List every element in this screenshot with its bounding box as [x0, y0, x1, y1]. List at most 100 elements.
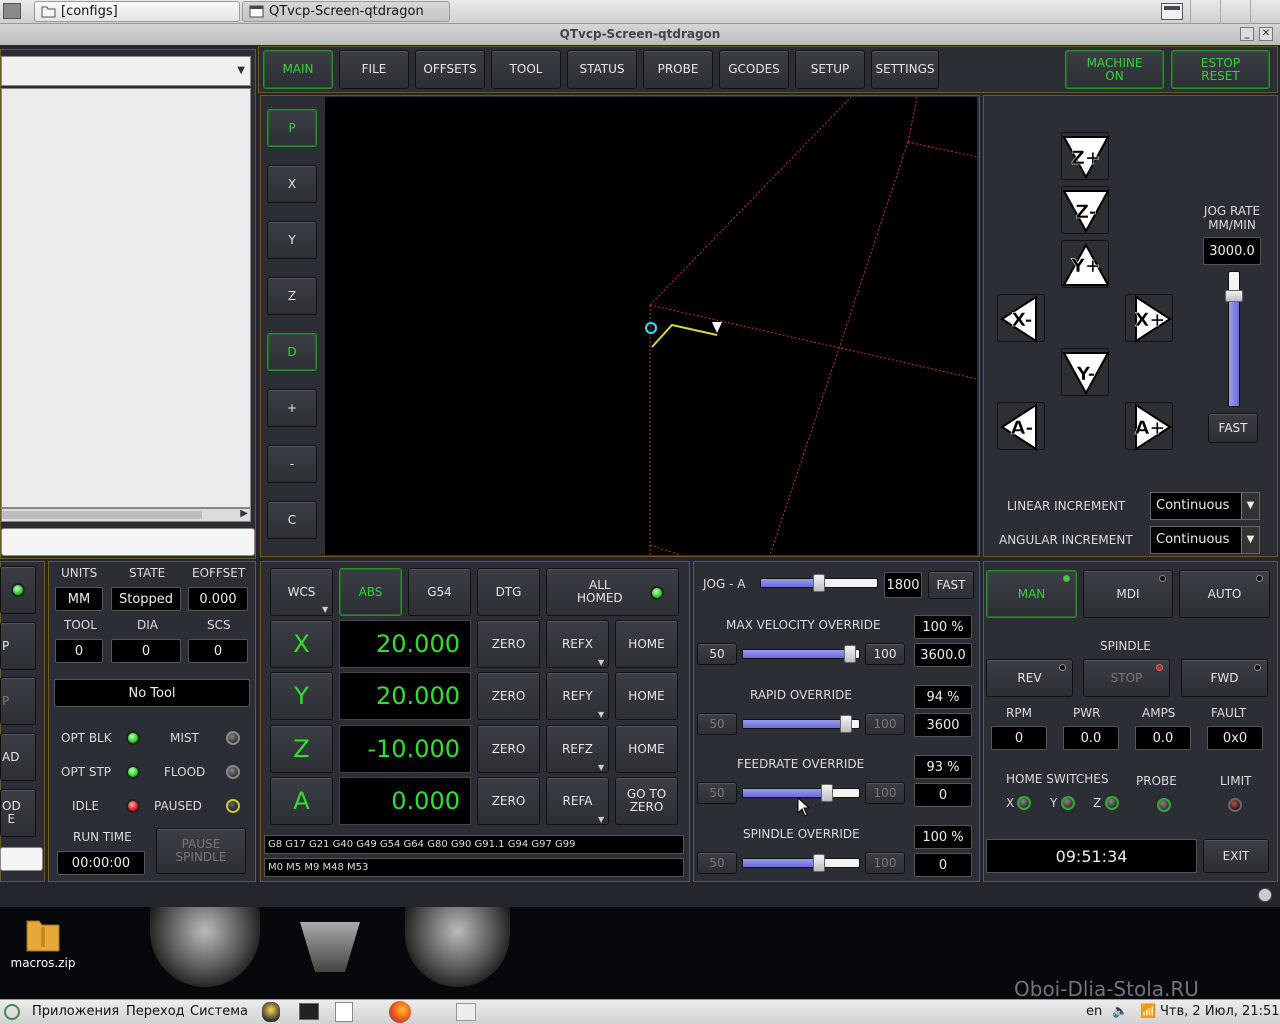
state-value: Stopped — [111, 587, 181, 611]
zero-a-button[interactable]: ZERO — [477, 777, 540, 825]
window-list-button[interactable] — [456, 1003, 476, 1021]
applications-menu[interactable]: Приложения — [32, 1004, 119, 1019]
rapid-max-button[interactable]: 100 — [865, 713, 905, 735]
file-list[interactable] — [1, 88, 251, 508]
spindle-override-slider[interactable] — [742, 854, 860, 872]
places-menu[interactable]: Переход — [126, 1004, 185, 1019]
jog-x-minus-button[interactable]: X- — [997, 294, 1045, 343]
home-x-button[interactable]: HOME — [615, 620, 678, 668]
jog-rate-slider[interactable] — [1225, 271, 1243, 407]
keyboard-layout[interactable]: en — [1086, 1004, 1102, 1019]
resize-grip-icon[interactable] — [1258, 888, 1272, 902]
view-button-7[interactable]: C — [267, 501, 317, 539]
jog-fast-button[interactable]: FAST — [1208, 413, 1258, 443]
rapid-override-slider[interactable] — [742, 715, 860, 733]
idle-label: IDLE — [72, 799, 100, 813]
left-cut-button-2[interactable]: P — [0, 677, 36, 725]
view-button-5[interactable]: + — [267, 389, 317, 427]
feedrate-min-button[interactable]: 50 — [697, 782, 737, 804]
axis-z-button[interactable]: Z — [270, 725, 333, 773]
file-filter-input[interactable] — [1, 528, 255, 556]
linear-increment-select[interactable]: Continuous ▼ — [1150, 492, 1260, 520]
view-button-1[interactable]: X — [267, 165, 317, 203]
all-homed-button[interactable]: ALL HOMED — [546, 568, 679, 616]
axis-a-button[interactable]: A — [270, 777, 333, 825]
jog-a-slider[interactable] — [760, 574, 878, 592]
gcode-preview[interactable] — [325, 97, 977, 555]
pause-spindle-button[interactable]: PAUSE SPINDLE — [156, 828, 246, 874]
terminal-launcher-icon[interactable] — [299, 1003, 319, 1020]
text-editor-launcher-icon[interactable] — [335, 1002, 353, 1022]
home-a-button[interactable]: GO TO ZERO — [615, 777, 678, 825]
tab-offsets[interactable]: OFFSETS — [415, 50, 485, 89]
tab-file[interactable]: FILE — [339, 50, 409, 89]
g54-button[interactable]: G54 — [408, 568, 471, 616]
left-cut-button-1[interactable]: P — [0, 622, 36, 670]
axis-y-button[interactable]: Y — [270, 672, 333, 720]
jog-a-plus-button[interactable]: A+ — [1125, 402, 1173, 451]
spindle-max-button[interactable]: 100 — [865, 852, 905, 874]
zero-y-button[interactable]: ZERO — [477, 672, 540, 720]
zero-z-button[interactable]: ZERO — [477, 725, 540, 773]
left-cut-button-3[interactable]: AD — [0, 733, 36, 781]
tab-status[interactable]: STATUS — [567, 50, 637, 89]
taskbar-task-qtdragon[interactable]: QTvcp-Screen-qtdragon — [242, 1, 450, 22]
angular-increment-select[interactable]: Continuous ▼ — [1150, 526, 1260, 554]
view-button-2[interactable]: Y — [267, 221, 317, 259]
spindle-min-button[interactable]: 50 — [697, 852, 737, 874]
home-z-button[interactable]: HOME — [615, 725, 678, 773]
estop-reset-button[interactable]: ESTOP RESET — [1171, 50, 1270, 89]
zero-x-button[interactable]: ZERO — [477, 620, 540, 668]
menu-logo-icon[interactable] — [4, 1004, 20, 1020]
penguin-launcher-icon[interactable] — [262, 1002, 280, 1022]
horizontal-scrollbar[interactable]: ▶ — [1, 508, 251, 522]
tab-settings[interactable]: SETTINGS — [871, 50, 939, 89]
jog-z-plus-button[interactable]: Z+ — [1061, 132, 1110, 180]
tab-tool[interactable]: TOOL — [491, 50, 561, 89]
left-cut-input[interactable] — [0, 847, 43, 871]
max-velocity-pct: 100 % — [914, 615, 972, 639]
svg-text:A+: A+ — [1135, 417, 1166, 439]
feedrate-max-button[interactable]: 100 — [865, 782, 905, 804]
max-velocity-max-button[interactable]: 100 — [865, 643, 905, 665]
show-desktop-icon[interactable] — [1161, 3, 1183, 20]
jog-y-plus-button[interactable]: Y+ — [1061, 240, 1110, 288]
volume-icon[interactable]: 🔈 — [1112, 1004, 1128, 1019]
view-button-0[interactable]: P — [267, 109, 317, 147]
file-path-combo[interactable]: ▼ — [1, 56, 251, 86]
machine-on-button[interactable]: MACHINE ON — [1065, 50, 1164, 89]
network-icon[interactable]: 📶 — [1140, 1004, 1156, 1019]
view-button-4[interactable]: D — [267, 333, 317, 371]
minimize-icon[interactable]: _ — [1240, 27, 1254, 41]
left-cut-button-4[interactable]: OD E — [0, 789, 36, 837]
amps-value: 0.0 — [1135, 726, 1191, 750]
max-velocity-slider[interactable] — [742, 645, 860, 663]
app-body: ▼ ▶ MACHINE ON ESTOP RESET JOG RATE MM/M… — [0, 45, 1280, 907]
system-menu[interactable]: Система — [190, 1004, 248, 1019]
max-velocity-min-button[interactable]: 50 — [697, 643, 737, 665]
firefox-launcher-icon[interactable] — [389, 1001, 411, 1023]
view-button-6[interactable]: - — [267, 445, 317, 483]
jog-y-minus-button[interactable]: Y- — [1061, 348, 1110, 396]
view-button-3[interactable]: Z — [267, 277, 317, 315]
dtg-button[interactable]: DTG — [477, 568, 540, 616]
jog-a-fast-button[interactable]: FAST — [928, 571, 974, 599]
jog-x-plus-button[interactable]: X+ — [1125, 294, 1173, 343]
taskbar-task-configs[interactable]: [configs] — [34, 1, 240, 22]
cycle-start-button[interactable] — [0, 566, 36, 614]
rapid-min-button[interactable]: 50 — [697, 713, 737, 735]
window-titlebar[interactable]: QTvcp-Screen-qtdragon _ ✕ — [0, 24, 1280, 45]
home-y-button[interactable]: HOME — [615, 672, 678, 720]
jog-z-minus-button[interactable]: Z- — [1061, 186, 1110, 234]
jog-a-minus-button[interactable]: A- — [997, 402, 1045, 451]
exit-button[interactable]: EXIT — [1203, 839, 1269, 873]
tab-setup[interactable]: SETUP — [795, 50, 865, 89]
tab-probe[interactable]: PROBE — [643, 50, 713, 89]
abs-button[interactable]: ABS — [339, 568, 402, 616]
tab-main[interactable]: MAIN — [263, 50, 333, 89]
close-icon[interactable]: ✕ — [1259, 27, 1273, 41]
axis-x-button[interactable]: X — [270, 620, 333, 668]
screenshot-icon[interactable] — [3, 3, 21, 19]
tab-gcodes[interactable]: GCODES — [719, 50, 789, 89]
desktop-file[interactable]: macros.zip — [8, 915, 78, 985]
